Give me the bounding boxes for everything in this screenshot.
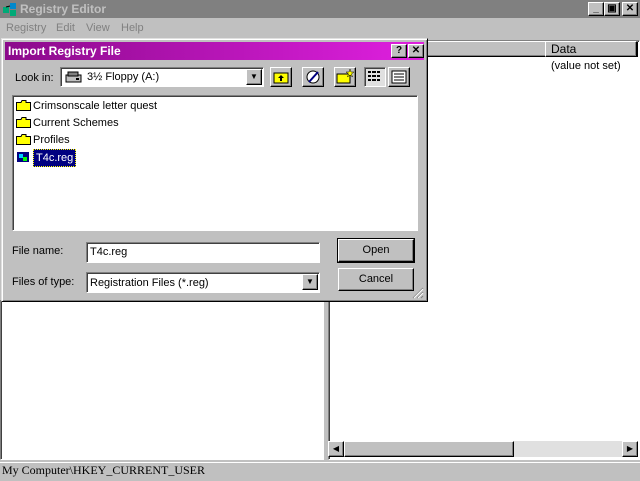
chevron-down-icon[interactable]: ▼ bbox=[246, 69, 262, 85]
list-view-button[interactable] bbox=[364, 67, 386, 87]
registry-app-icon bbox=[2, 1, 18, 17]
open-button[interactable]: Open bbox=[337, 238, 415, 263]
menu-bar: Registry Edit View Help bbox=[0, 18, 640, 38]
create-new-folder-button[interactable] bbox=[334, 67, 356, 87]
resize-grip-icon[interactable] bbox=[412, 287, 424, 299]
folder-icon bbox=[16, 117, 31, 128]
value-data-cell[interactable]: (value not set) bbox=[551, 60, 621, 72]
menu-edit[interactable]: Edit bbox=[56, 18, 75, 38]
dialog-title-text: Import Registry File bbox=[8, 44, 121, 58]
menu-registry[interactable]: Registry bbox=[6, 18, 46, 38]
key-tree-pane[interactable] bbox=[0, 300, 324, 460]
dialog-close-button[interactable]: ✕ bbox=[408, 44, 424, 58]
restore-button[interactable]: ▣ bbox=[604, 2, 620, 16]
column-header-data[interactable]: Data bbox=[545, 41, 637, 57]
horizontal-scrollbar[interactable]: ◀ ▶ bbox=[328, 441, 638, 457]
folder-icon bbox=[16, 100, 31, 111]
list-item-label: Current Schemes bbox=[33, 117, 119, 129]
list-item-label: Crimsonscale letter quest bbox=[33, 100, 158, 112]
dialog-title-bar[interactable]: Import Registry File ? ✕ bbox=[5, 42, 424, 60]
up-one-level-button[interactable] bbox=[270, 67, 292, 87]
chevron-down-icon[interactable]: ▼ bbox=[302, 274, 318, 290]
menu-view[interactable]: View bbox=[86, 18, 110, 38]
file-name-label: File name: bbox=[12, 245, 64, 257]
look-in-label: Look in: bbox=[15, 72, 54, 84]
scroll-thumb[interactable] bbox=[344, 441, 514, 457]
list-item-label: T4c.reg bbox=[33, 149, 77, 167]
scroll-left-icon[interactable]: ◀ bbox=[328, 441, 344, 457]
details-view-icon bbox=[391, 70, 407, 84]
desktop-icon bbox=[306, 70, 320, 84]
scroll-right-icon[interactable]: ▶ bbox=[622, 441, 638, 457]
main-title-bar[interactable]: Registry Editor _ ▣ ✕ bbox=[0, 0, 640, 18]
registry-file-icon bbox=[17, 152, 29, 162]
menu-help[interactable]: Help bbox=[121, 18, 144, 38]
files-of-type-value: Registration Files (*.reg) bbox=[90, 277, 209, 289]
close-button[interactable]: ✕ bbox=[622, 2, 638, 16]
new-folder-icon bbox=[336, 68, 355, 84]
status-path: My Computer\HKEY_CURRENT_USER bbox=[2, 463, 206, 477]
look-in-value: 3½ Floppy (A:) bbox=[87, 71, 160, 83]
details-view-button[interactable] bbox=[388, 67, 410, 87]
main-title-text: Registry Editor bbox=[20, 2, 107, 16]
files-of-type-label: Files of type: bbox=[12, 276, 75, 288]
import-registry-dialog: Import Registry File ? ✕ Look in: 3½ Flo… bbox=[1, 38, 428, 302]
floppy-drive-icon bbox=[65, 70, 83, 84]
look-in-dropdown[interactable]: 3½ Floppy (A:) ▼ bbox=[60, 67, 264, 87]
list-item-label: Profiles bbox=[33, 134, 70, 146]
cancel-button[interactable]: Cancel bbox=[338, 268, 414, 291]
up-folder-icon bbox=[273, 72, 289, 84]
folder-icon bbox=[16, 134, 31, 145]
list-view-icon bbox=[368, 71, 380, 81]
file-list[interactable]: Crimsonscale letter quest Current Scheme… bbox=[12, 95, 418, 231]
files-of-type-dropdown[interactable]: Registration Files (*.reg) ▼ bbox=[86, 272, 320, 293]
desktop-button[interactable] bbox=[302, 67, 324, 87]
file-name-input[interactable]: T4c.reg bbox=[86, 242, 320, 263]
minimize-button[interactable]: _ bbox=[588, 2, 604, 16]
help-button[interactable]: ? bbox=[391, 44, 407, 58]
